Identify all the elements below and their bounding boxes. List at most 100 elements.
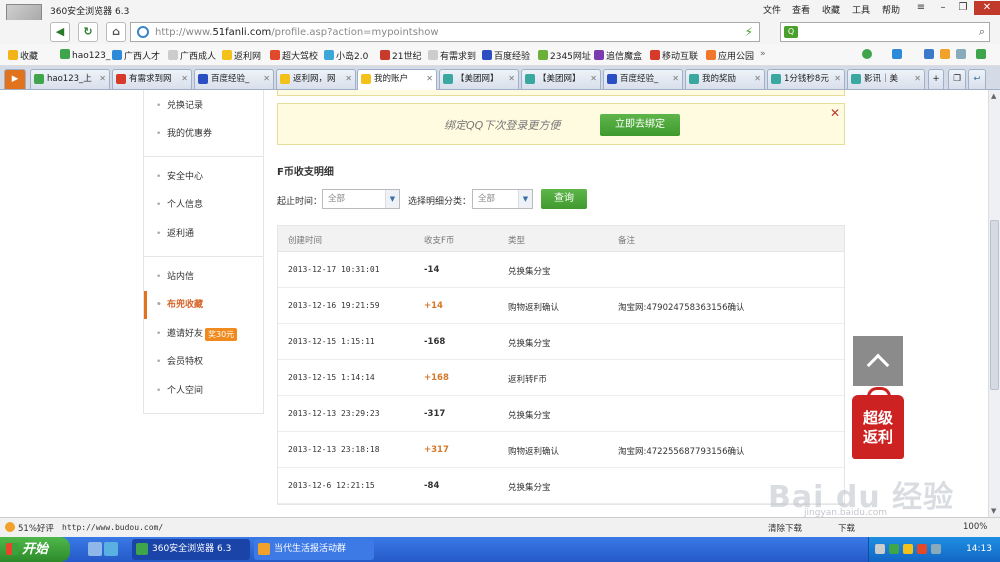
task-chat-group[interactable]: 当代生活报活动群	[254, 539, 374, 560]
sidebar-item-invite-friends[interactable]: 邀请好友奖30元	[144, 320, 264, 348]
bookmark-item[interactable]: 超大驾校	[270, 49, 318, 62]
undo-close-icon[interactable]: ↩	[968, 69, 986, 89]
date-range-select[interactable]: 全部 ▼	[322, 189, 400, 209]
system-tray: 14:13	[868, 537, 1000, 562]
tray-volume-icon[interactable]	[931, 544, 941, 554]
close-window-button[interactable]: ✕	[974, 1, 1000, 15]
key-icon[interactable]	[924, 49, 936, 61]
tab[interactable]: 我的奖励 ✕	[685, 69, 765, 89]
close-icon[interactable]: ✕	[830, 106, 840, 120]
menu-tools[interactable]: 工具	[852, 3, 870, 16]
show-desktop-icon[interactable]	[88, 542, 102, 556]
tab[interactable]: 百度经验_ ✕	[194, 69, 274, 89]
menu-help[interactable]: 帮助	[882, 3, 900, 16]
bookmark-favorites[interactable]: 收藏	[8, 49, 38, 62]
sidebar-item-profile[interactable]: 个人信息	[144, 191, 264, 219]
sidebar-item-messages[interactable]: 站内信	[144, 263, 264, 291]
category-select[interactable]: 全部 ▼	[472, 189, 533, 209]
promo-line: 返利	[862, 428, 893, 446]
tab[interactable]: 【美团网】 ✕	[439, 69, 519, 89]
bookmark-item[interactable]: hao123_	[60, 49, 110, 61]
ie-icon[interactable]	[104, 542, 118, 556]
minimize-button[interactable]: –	[934, 1, 952, 15]
home-icon[interactable]: ⌂	[106, 22, 126, 42]
tab[interactable]: 有需求到网 ✕	[112, 69, 192, 89]
bookmark-item[interactable]: 21世纪	[380, 49, 421, 62]
super-rebate-promo[interactable]: 超级 返利	[852, 387, 904, 459]
site-globe-icon	[137, 26, 149, 38]
cell-type: 购物返利确认	[508, 447, 560, 457]
query-button[interactable]: 查询	[541, 189, 587, 209]
tab[interactable]: 1分钱秒8元 ✕	[767, 69, 845, 89]
tab-sidebar-toggle-icon[interactable]: ▶	[4, 69, 26, 89]
back-to-top-button[interactable]	[853, 336, 903, 386]
search-engine-icon[interactable]: Q	[784, 26, 798, 38]
more-bookmarks-icon[interactable]: »	[760, 49, 766, 59]
table-row: 2013-12-15 1:14:14 +168 返利转F币	[278, 360, 844, 396]
sidebar-item-fanlitong[interactable]: 返利通	[144, 220, 264, 248]
refresh-icon[interactable]: ↻	[78, 22, 98, 42]
bookmark-item[interactable]: 广西成人	[168, 49, 216, 62]
bookmark-item[interactable]: 追信魔盒	[594, 49, 642, 62]
clock: 14:13	[966, 544, 992, 554]
restore-button[interactable]: ❐	[954, 1, 972, 15]
sidebar-item-member-privileges[interactable]: 会员特权	[144, 348, 264, 376]
zoom-level[interactable]: 100%	[963, 522, 987, 532]
scroll-down-icon[interactable]: ▼	[991, 507, 996, 515]
clear-downloads[interactable]: 清除下载	[768, 522, 802, 534]
new-tab-icon[interactable]: +	[928, 69, 944, 89]
restore-tab-icon[interactable]: ❐	[948, 69, 966, 89]
tray-360-icon[interactable]	[889, 544, 899, 554]
url-input[interactable]: http://www.51fanli.com/profile.asp?actio…	[130, 22, 760, 42]
bookmark-item[interactable]: 2345网址	[538, 49, 591, 62]
downloads[interactable]: 下载	[838, 522, 855, 534]
search-icon[interactable]: ⌕	[979, 25, 985, 39]
sidebar-item-exchange-records[interactable]: 兑换记录	[144, 92, 264, 120]
shield-icon[interactable]	[862, 49, 874, 61]
cell-type: 兑换集分宝	[508, 267, 551, 277]
search-input[interactable]: Q ⌕	[780, 22, 990, 42]
cell-type: 兑换集分宝	[508, 411, 551, 421]
mail-icon[interactable]	[940, 49, 952, 61]
bookmark-item[interactable]: 应用公园	[706, 49, 754, 62]
tab[interactable]: 【美团网】 ✕	[521, 69, 601, 89]
tray-arrow-icon[interactable]	[875, 544, 885, 554]
bookmark-item[interactable]: 返利网	[222, 49, 261, 62]
tab[interactable]: hao123_上 ✕	[30, 69, 110, 89]
bookmark-item[interactable]: 小岛2.0	[324, 49, 368, 62]
menu-icon[interactable]: ≡	[912, 1, 930, 15]
tab[interactable]: 影讯｜美 ✕	[847, 69, 925, 89]
tray-qq-icon[interactable]	[903, 544, 913, 554]
sidebar-item-personal-space[interactable]: 个人空间	[144, 377, 264, 405]
back-arrow-icon[interactable]: ◀	[50, 22, 70, 42]
sidebar-item-budou-collection[interactable]: 布兜收藏	[144, 291, 264, 319]
cloud-icon[interactable]	[956, 49, 968, 61]
task-browser[interactable]: 360安全浏览器 6.3	[132, 539, 250, 560]
start-button[interactable]: 开始	[0, 537, 70, 562]
menu-view[interactable]: 查看	[792, 3, 810, 16]
tab[interactable]: 百度经验_ ✕	[603, 69, 683, 89]
sidebar-item-coupons[interactable]: 我的优惠券	[144, 120, 264, 148]
menu-file[interactable]: 文件	[763, 3, 781, 16]
sidebar-item-security[interactable]: 安全中心	[144, 163, 264, 191]
bookmark-item[interactable]: 广西人才	[112, 49, 160, 62]
table-row: 2013-12-13 23:29:23 -317 兑换集分宝	[278, 396, 844, 432]
page-content: 兑换记录 我的优惠券 安全中心 个人信息 返利通 站内信 布兜收藏 邀请好友奖3…	[0, 90, 988, 517]
tab[interactable]: 返利网，网 ✕	[276, 69, 356, 89]
scroll-up-icon[interactable]: ▲	[991, 92, 996, 100]
sidebar-divider	[144, 256, 264, 257]
bind-now-button[interactable]: 立即去绑定	[600, 114, 680, 136]
extension-icon[interactable]	[892, 49, 904, 61]
baidu-watermark: Bai du 经验 jingyan.baidu.com	[760, 458, 986, 517]
tab-active[interactable]: 我的账户 ✕	[357, 69, 437, 90]
bookmark-item[interactable]: 有需求到	[428, 49, 476, 62]
bookmark-item[interactable]: 移动互联	[650, 49, 698, 62]
speed-mode-icon[interactable]: ⚡	[745, 25, 753, 39]
tray-security-icon[interactable]	[917, 544, 927, 554]
menu-favorites[interactable]: 收藏	[822, 3, 840, 16]
scroll-thumb[interactable]	[990, 220, 999, 390]
rating-text[interactable]: 51%好评	[18, 522, 54, 534]
grid-icon[interactable]	[976, 49, 988, 61]
vertical-scrollbar[interactable]: ▲ ▼	[988, 90, 1000, 517]
bookmark-item[interactable]: 百度经验	[482, 49, 530, 62]
